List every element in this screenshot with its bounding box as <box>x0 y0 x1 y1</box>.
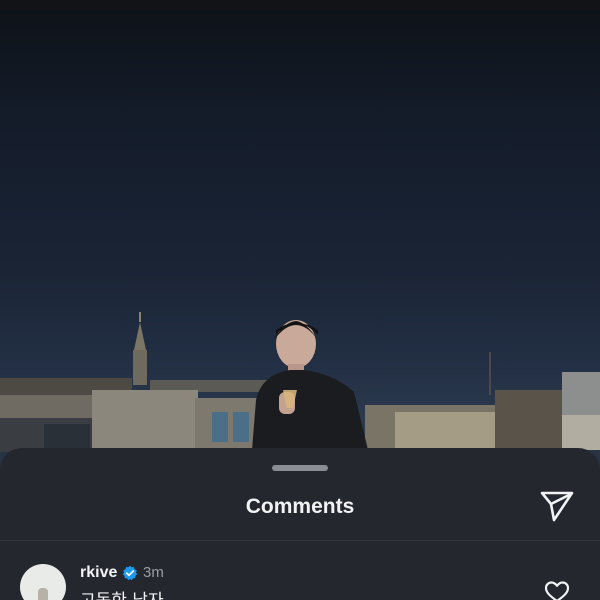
sheet-divider <box>0 540 600 541</box>
status-bar <box>0 0 600 10</box>
comments-title: Comments <box>245 495 355 518</box>
comment-timestamp: 3m <box>143 564 164 581</box>
avatar[interactable] <box>20 564 66 600</box>
paper-plane-icon <box>540 491 574 522</box>
share-button[interactable] <box>538 486 576 524</box>
comment-item: rkive 3m 고독한 남자 <box>0 556 600 600</box>
heart-outline-icon <box>544 581 570 600</box>
comments-sheet: Comments rkive 3m 고독한 남자 <box>0 448 600 600</box>
like-comment-button[interactable] <box>544 580 570 600</box>
drag-handle[interactable] <box>272 465 328 471</box>
avatar-figure <box>38 588 48 600</box>
verified-badge-icon <box>122 565 138 581</box>
comment-text: 고독한 남자 <box>80 586 164 600</box>
story-screen: Comments rkive 3m 고독한 남자 <box>0 0 600 600</box>
comment-username[interactable]: rkive <box>80 564 117 582</box>
